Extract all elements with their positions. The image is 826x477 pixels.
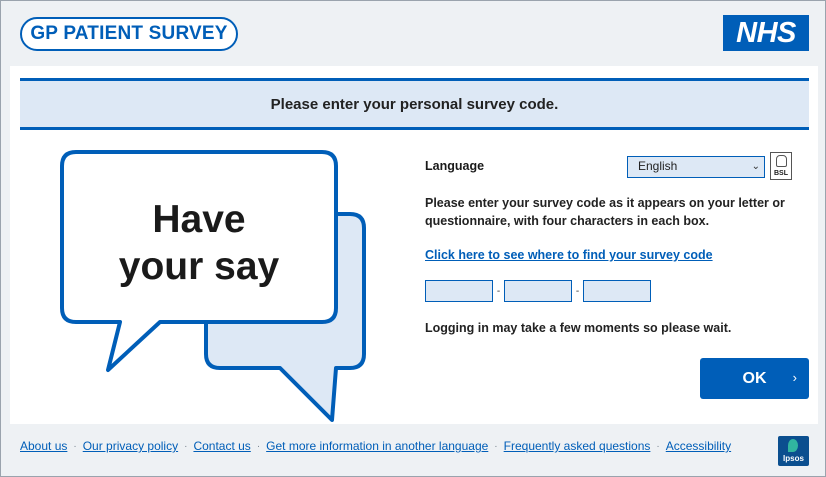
footer-separator: · <box>256 440 261 452</box>
main-card: Please enter your personal survey code. … <box>10 66 818 424</box>
language-row: Language English ⌄ BSL <box>425 152 815 180</box>
banner-text: Please enter your personal survey code. <box>270 95 559 113</box>
survey-code-input-3[interactable] <box>583 280 651 302</box>
footer-link-faq[interactable]: Frequently asked questions <box>504 439 651 453</box>
wait-text: Logging in may take a few moments so ple… <box>425 321 732 335</box>
instructions-text: Please enter your survey code as it appe… <box>425 196 785 228</box>
footer-separator: · <box>73 440 77 452</box>
footer-links: About us · Our privacy policy · Contact … <box>20 439 731 453</box>
illustration-line2: your say <box>119 245 280 288</box>
signing-hand-icon <box>776 155 787 167</box>
footer-separator: · <box>656 440 660 452</box>
nhs-logo: NHS <box>723 15 809 51</box>
survey-code-input-1[interactable] <box>425 280 493 302</box>
nhs-logo-text: NHS <box>736 16 796 49</box>
footer-separator: · <box>494 440 498 452</box>
chevron-right-icon: › <box>792 370 797 385</box>
survey-code-inputs: - - <box>425 280 651 302</box>
page-banner: Please enter your personal survey code. <box>20 78 809 130</box>
illustration-line1: Have <box>152 198 245 241</box>
bsl-label: BSL <box>774 170 788 177</box>
find-survey-code-link[interactable]: Click here to see where to find your sur… <box>425 248 713 262</box>
chevron-down-icon: ⌄ <box>751 161 760 172</box>
code-separator: - <box>496 285 501 297</box>
ipsos-leaf-icon <box>788 439 798 452</box>
footer-separator: · <box>184 440 188 452</box>
footer-link-about-us[interactable]: About us <box>20 439 67 453</box>
language-select-value: English <box>638 159 678 173</box>
survey-logo-text: GP PATIENT SURVEY <box>30 23 228 44</box>
gp-patient-survey-logo: GP PATIENT SURVEY <box>20 17 238 51</box>
ipsos-logo: Ipsos <box>778 436 809 466</box>
language-label: Language <box>425 159 485 173</box>
ipsos-logo-text: Ipsos <box>783 454 804 463</box>
ok-button-label: OK <box>742 369 767 387</box>
language-select[interactable]: English ⌄ <box>627 156 765 178</box>
have-your-say-illustration: Have your say <box>60 150 366 422</box>
survey-code-input-2[interactable] <box>504 280 572 302</box>
code-separator: - <box>575 285 580 297</box>
login-form: Language English ⌄ BSL Please enter your… <box>425 152 815 335</box>
footer-link-accessibility[interactable]: Accessibility <box>666 439 731 453</box>
footer-link-other-language[interactable]: Get more information in another language <box>266 439 488 453</box>
ok-button[interactable]: OK › <box>700 358 809 399</box>
bsl-icon[interactable]: BSL <box>770 152 792 180</box>
footer-link-contact-us[interactable]: Contact us <box>193 439 250 453</box>
footer-link-privacy-policy[interactable]: Our privacy policy <box>83 439 178 453</box>
